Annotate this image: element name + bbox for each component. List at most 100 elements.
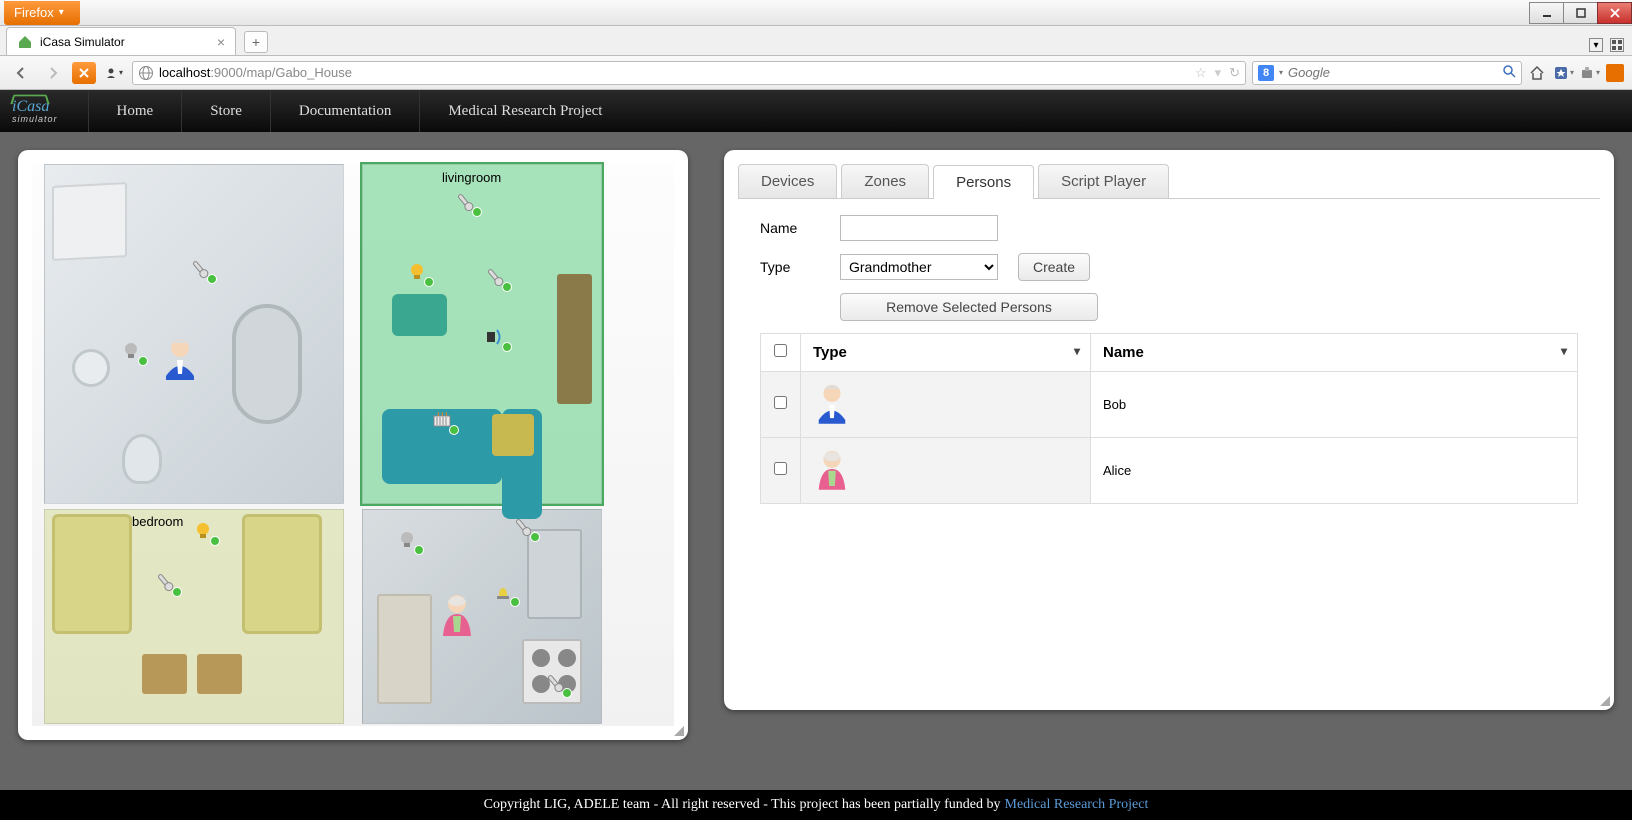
grandmother-icon <box>813 448 851 490</box>
nav-home[interactable]: Home <box>88 90 182 132</box>
app-logo[interactable]: iCasa simulator <box>12 98 58 124</box>
browser-tab-active[interactable]: iCasa Simulator × <box>6 27 236 55</box>
furniture-toilet <box>122 434 162 484</box>
globe-icon <box>138 65 154 81</box>
url-text: localhost:9000/map/Gabo_House <box>159 65 352 80</box>
addons-icon[interactable] <box>1580 63 1600 83</box>
bulb-off-icon[interactable] <box>394 527 420 553</box>
select-all-checkbox[interactable] <box>774 344 787 357</box>
furniture-dresser1 <box>142 654 187 694</box>
cell-name: Alice <box>1091 437 1578 503</box>
browser-tabs-row: iCasa Simulator × + ▾ <box>0 26 1632 56</box>
maximize-button[interactable] <box>1563 2 1598 24</box>
firefox-menu-label: Firefox <box>14 5 54 20</box>
star-icon[interactable]: ☆ <box>1195 65 1207 81</box>
xmarks-icon[interactable] <box>72 62 96 84</box>
furniture-shelf <box>557 274 592 404</box>
siren-icon[interactable] <box>490 579 516 605</box>
tab-content-persons: Name Type Grandmother Create Remove Sele… <box>738 199 1600 520</box>
person-grandmother[interactable] <box>437 592 477 636</box>
bulb-on-icon[interactable] <box>404 259 430 285</box>
nav-medical-research[interactable]: Medical Research Project <box>419 90 630 132</box>
row-checkbox[interactable] <box>774 396 787 409</box>
furniture-armchair <box>392 294 447 336</box>
tab-persons[interactable]: Persons <box>933 165 1034 199</box>
tab-close-icon[interactable]: × <box>217 34 225 50</box>
furniture-sink <box>72 349 110 387</box>
search-box[interactable]: 8 ▾ <box>1252 61 1522 85</box>
extension-icon[interactable] <box>1606 64 1624 82</box>
remove-selected-button[interactable]: Remove Selected Persons <box>840 293 1098 321</box>
zone-label-bedroom: bedroom <box>132 514 183 529</box>
label-name: Name <box>760 220 820 236</box>
col-name[interactable]: Name▾ <box>1091 334 1578 372</box>
furniture-bed-left <box>52 514 132 634</box>
label-type: Type <box>760 259 820 275</box>
thermometer-icon[interactable] <box>187 256 213 282</box>
cell-type <box>801 437 1091 503</box>
row-checkbox[interactable] <box>774 462 787 475</box>
forward-button[interactable] <box>40 61 66 85</box>
type-select[interactable]: Grandmother <box>840 254 998 280</box>
close-window-button[interactable] <box>1597 2 1632 24</box>
tabs-grid-icon[interactable] <box>1610 38 1624 52</box>
thermometer-icon[interactable] <box>452 189 478 215</box>
thermometer-icon[interactable] <box>510 514 536 540</box>
floorplan-panel: livingroom bedroom <box>18 150 688 740</box>
back-button[interactable] <box>8 61 34 85</box>
col-checkbox <box>761 334 801 372</box>
thermometer-icon[interactable] <box>542 670 568 696</box>
resize-handle[interactable] <box>1598 694 1612 708</box>
person-grandfather[interactable] <box>160 336 200 380</box>
user-dropdown-icon[interactable] <box>102 62 126 84</box>
zone-label-livingroom: livingroom <box>442 170 501 185</box>
window-controls <box>1530 2 1632 24</box>
cell-type <box>801 372 1091 438</box>
bulb-off-icon[interactable] <box>118 338 144 364</box>
search-input[interactable] <box>1288 65 1498 80</box>
nav-store[interactable]: Store <box>181 90 270 132</box>
name-input[interactable] <box>840 215 998 241</box>
house-icon <box>17 34 33 50</box>
new-tab-button[interactable]: + <box>244 31 268 53</box>
footer-text: Copyright LIG, ADELE team - All right re… <box>484 797 1001 813</box>
chevron-down-icon: ▾ <box>1561 344 1567 358</box>
furniture-fridge <box>527 529 582 619</box>
bulb-on-icon[interactable] <box>190 518 216 544</box>
tab-zones[interactable]: Zones <box>841 164 929 198</box>
logo-subtext: simulator <box>12 114 58 124</box>
col-type[interactable]: Type▾ <box>801 334 1091 372</box>
tab-script-player[interactable]: Script Player <box>1038 164 1169 198</box>
minimize-button[interactable] <box>1529 2 1564 24</box>
browser-nav-bar: localhost:9000/map/Gabo_House ☆ ▾ ↻ 8 ▾ <box>0 56 1632 90</box>
thermometer-icon[interactable] <box>482 264 508 290</box>
search-icon[interactable] <box>1503 65 1516 81</box>
content-area: livingroom bedroom <box>0 132 1632 790</box>
speaker-icon[interactable] <box>482 324 508 350</box>
floorplan[interactable]: livingroom bedroom <box>32 164 674 726</box>
furniture-cabinet <box>52 182 127 261</box>
chevron-down-icon: ▾ <box>1074 344 1080 358</box>
bookmarks-icon[interactable] <box>1554 63 1574 83</box>
url-bar[interactable]: localhost:9000/map/Gabo_House ☆ ▾ ↻ <box>132 61 1246 85</box>
table-row[interactable]: Bob <box>761 372 1578 438</box>
footer-link[interactable]: Medical Research Project <box>1005 797 1149 813</box>
cell-name: Bob <box>1091 372 1578 438</box>
reload-icon[interactable]: ↻ <box>1229 65 1240 81</box>
grandfather-icon <box>813 382 851 424</box>
persons-table: Type▾ Name▾ Bob <box>760 333 1578 504</box>
firefox-menu-button[interactable]: Firefox <box>4 1 80 25</box>
thermometer-icon[interactable] <box>152 569 178 595</box>
tabs-dropdown-icon[interactable]: ▾ <box>1589 38 1603 52</box>
furniture-bed-right <box>242 514 322 634</box>
tab-devices[interactable]: Devices <box>738 164 837 198</box>
app-nav: iCasa simulator Home Store Documentation… <box>0 90 1632 132</box>
resize-handle[interactable] <box>672 724 686 738</box>
furniture-bathtub <box>232 304 302 424</box>
create-button[interactable]: Create <box>1018 253 1090 281</box>
heater-icon[interactable] <box>429 407 455 433</box>
panel-tabs: Devices Zones Persons Script Player <box>738 164 1600 199</box>
nav-documentation[interactable]: Documentation <box>270 90 419 132</box>
table-row[interactable]: Alice <box>761 437 1578 503</box>
home-icon[interactable] <box>1528 63 1548 83</box>
